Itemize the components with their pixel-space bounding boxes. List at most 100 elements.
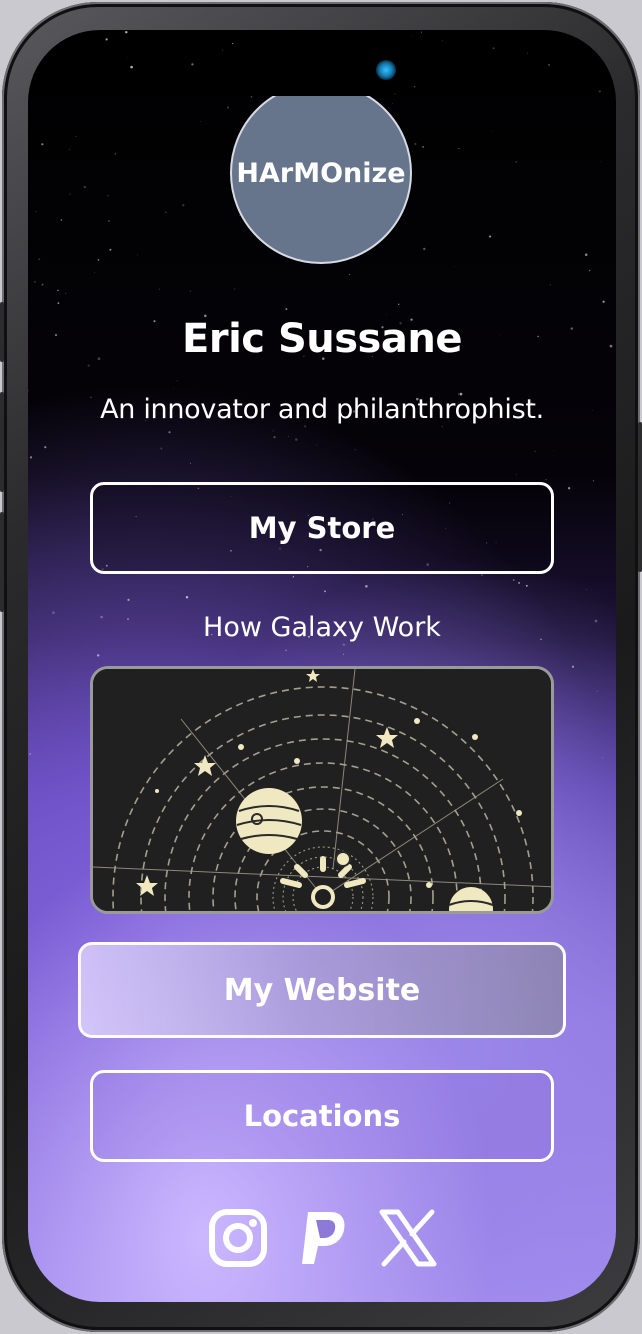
star-dot	[516, 474, 517, 475]
star-dot	[453, 266, 455, 268]
locations-label: Locations	[243, 1099, 401, 1133]
star-dot	[107, 194, 109, 197]
star-dot	[83, 185, 86, 189]
star-dot	[69, 193, 71, 195]
volume-up-button	[0, 392, 4, 492]
star-dot	[38, 258, 41, 261]
x-icon[interactable]	[378, 1208, 438, 1268]
star-dot	[549, 284, 551, 286]
planet-large	[236, 788, 302, 854]
screen: HArMOnize Eric Sussane An innovator and …	[28, 30, 616, 1302]
side-button	[0, 302, 4, 362]
star-dot	[126, 57, 128, 59]
star-dot	[324, 590, 326, 593]
star-dot	[288, 436, 289, 437]
star-dot	[57, 302, 60, 304]
avatar[interactable]: HArMOnize	[230, 82, 412, 264]
star-dot	[441, 40, 443, 42]
star-dot	[304, 425, 307, 428]
my-website-button[interactable]: My Website	[78, 942, 566, 1038]
star-dot	[588, 269, 591, 272]
star-dot	[398, 303, 400, 305]
star-dot	[584, 253, 588, 256]
star-dot	[234, 288, 236, 290]
star-dot	[41, 283, 44, 286]
profile-tagline: An innovator and philanthrophist.	[100, 394, 544, 425]
star-dot	[125, 30, 128, 34]
star-dot	[57, 289, 59, 291]
star-dot	[190, 462, 191, 464]
star-dot	[250, 96, 253, 98]
star-dot	[386, 313, 388, 315]
star-dot	[349, 274, 351, 275]
star-dot	[29, 456, 33, 459]
star-dot	[137, 254, 138, 256]
star-dot	[553, 450, 555, 451]
star-dot	[422, 145, 425, 148]
avatar-text: HArMOnize	[236, 157, 406, 189]
instagram-icon[interactable]	[208, 1208, 268, 1268]
star-dot	[107, 220, 110, 223]
star-dot	[600, 161, 602, 162]
my-website-label: My Website	[223, 972, 421, 1008]
star-dot	[41, 143, 44, 146]
my-store-label: My Store	[248, 511, 396, 545]
star-dot	[35, 211, 37, 213]
star-dot	[105, 38, 108, 41]
star-dot	[601, 757, 604, 759]
star-dot	[592, 480, 595, 482]
star-dot	[525, 584, 528, 587]
star-dot	[414, 142, 417, 146]
star-dot	[127, 598, 130, 602]
volume-down-button	[0, 512, 4, 612]
star-dot	[222, 50, 223, 51]
star-dot	[93, 272, 95, 274]
star-dot	[165, 211, 167, 214]
star-dot	[534, 450, 536, 453]
star-dot	[596, 690, 598, 692]
star-dot	[315, 444, 317, 446]
star-dot	[343, 653, 345, 655]
star-dot	[585, 30, 588, 33]
star-dot	[354, 449, 356, 451]
my-store-button[interactable]: My Store	[90, 482, 554, 574]
star-dot	[492, 47, 495, 50]
star-dot	[185, 596, 189, 599]
star-dot	[598, 90, 602, 93]
star-dot	[365, 585, 368, 588]
phone-frame: HArMOnize Eric Sussane An innovator and …	[0, 2, 642, 1332]
star-dot	[73, 681, 74, 683]
star-dot	[182, 204, 185, 207]
star-dot	[130, 65, 133, 69]
star-dot	[273, 436, 276, 439]
star-dot	[199, 121, 201, 122]
section-title: How Galaxy Work	[203, 612, 441, 643]
star-dot	[413, 85, 416, 88]
star-dot	[423, 247, 426, 251]
star-dot	[295, 438, 298, 441]
star-dot	[515, 161, 517, 163]
star-dot	[87, 364, 90, 367]
star-dot	[189, 290, 192, 292]
galaxy-video-thumbnail[interactable]	[90, 666, 554, 914]
star-dot	[60, 219, 63, 221]
star-dot	[232, 42, 234, 45]
star-dot	[173, 387, 175, 388]
solar-system-illustration	[93, 669, 551, 911]
locations-button[interactable]: Locations	[90, 1070, 554, 1162]
profile-name: Eric Sussane	[182, 316, 462, 362]
star-dot	[603, 33, 605, 35]
star-dot	[28, 389, 29, 392]
star-dot	[512, 579, 515, 581]
star-dot	[527, 52, 528, 54]
star-dot	[65, 292, 67, 294]
star-dot	[109, 248, 112, 251]
star-dot	[172, 587, 174, 589]
paypal-icon[interactable]	[294, 1208, 354, 1268]
star-dot	[420, 31, 423, 33]
star-dot	[489, 235, 492, 238]
star-dot	[342, 643, 346, 646]
star-dot	[458, 148, 460, 149]
star-dot	[226, 106, 229, 109]
star-dot	[285, 649, 287, 652]
